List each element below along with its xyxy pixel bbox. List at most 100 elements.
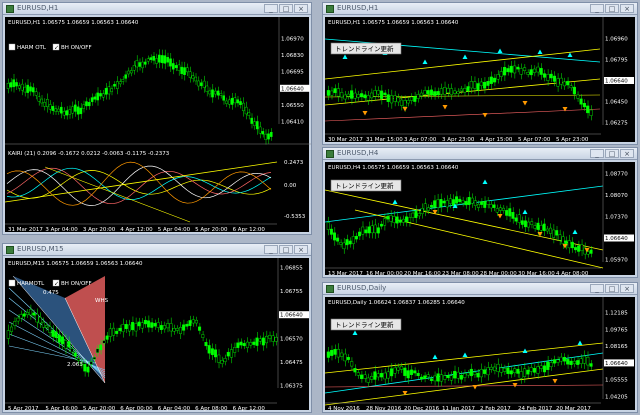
- candle: [436, 373, 440, 382]
- time-tick-label: 4 Apr 08:00: [556, 271, 589, 277]
- candle: [449, 375, 453, 381]
- close-button[interactable]: ×: [620, 4, 634, 13]
- harm-otl-checkbox[interactable]: HARMOTL: [8, 279, 45, 287]
- chart-window-eurusd-h1-right[interactable]: EURUSD,H1 _ □ × EURUSD,H1 1.06575 1.0665…: [322, 2, 638, 145]
- candle: [389, 368, 394, 377]
- window-titlebar[interactable]: EURUSD,H4 _ □ ×: [323, 148, 637, 160]
- price-tick-label: 1.06475: [280, 360, 303, 366]
- chart-area[interactable]: EURUSD,H4 1.06575 1.06659 1.06563 1.0664…: [325, 162, 635, 277]
- main-pane: [6, 49, 273, 145]
- trendline-update-button[interactable]: トレンドライン更新: [330, 179, 402, 192]
- chart-area[interactable]: 0.2473 0.00 -0.5353 EURUSD,H1 1.06575 1.06…: [5, 17, 311, 233]
- window-titlebar[interactable]: EURUSD,Daily _ □ ×: [323, 283, 637, 295]
- bh-onoff-checkbox[interactable]: ✓ BH ON/OFF: [52, 43, 92, 52]
- candle: [358, 231, 362, 237]
- candle: [213, 90, 217, 95]
- up-arrow-icon: [392, 199, 398, 204]
- time-tick-label: 11 Jan 2017: [442, 406, 475, 412]
- chart-window-eurusd-daily[interactable]: EURUSD,Daily _ □ × EURUSD,Daily 1.06624 …: [322, 282, 638, 413]
- candle: [340, 352, 344, 357]
- candle: [459, 88, 463, 92]
- candle: [430, 204, 434, 208]
- candle: [333, 232, 336, 241]
- time-tick-label: 5 Apr 16:00: [45, 406, 78, 412]
- price-tick-label: 1.08770: [605, 172, 628, 178]
- candle: [51, 106, 55, 111]
- maximize-button[interactable]: □: [279, 245, 293, 254]
- candle: [577, 245, 581, 252]
- candle: [343, 353, 347, 362]
- time-tick-label: 20 Mar 16:00: [404, 271, 441, 277]
- window-titlebar[interactable]: EURUSD,H1 _ □ ×: [3, 3, 311, 15]
- down-arrow-icon: [402, 107, 408, 112]
- maximize-button[interactable]: □: [279, 4, 293, 13]
- candle: [439, 88, 443, 95]
- candle: [502, 207, 505, 211]
- close-button[interactable]: ×: [620, 284, 634, 293]
- trendline: [325, 185, 604, 223]
- window-title: EURUSD,M15: [17, 245, 64, 253]
- close-button[interactable]: ×: [620, 149, 634, 158]
- candle: [376, 227, 380, 234]
- price-tick-label: 1.05555: [605, 378, 628, 384]
- candle: [166, 323, 170, 329]
- pattern-ratio-label: 2.063: [67, 362, 83, 368]
- chart-window-eurusd-m15[interactable]: EURUSD,M15 _ □ × EURUSD,M15 1.06575 1.06…: [2, 243, 312, 413]
- candle: [46, 99, 49, 108]
- window-titlebar[interactable]: EURUSD,M15 _ □ ×: [3, 244, 311, 256]
- time-tick-label: 6 Apr 08:00: [195, 406, 228, 412]
- candle: [574, 247, 577, 251]
- candle: [416, 94, 420, 99]
- trendline-update-button[interactable]: トレンドライン更新: [330, 318, 402, 331]
- maximize-button[interactable]: □: [605, 4, 619, 13]
- price-scale: 1.06970 1.06830 1.06695 1.06640 1.06550 1.064…: [278, 17, 310, 126]
- candle: [470, 197, 474, 204]
- close-button[interactable]: ×: [294, 245, 308, 254]
- chart-area[interactable]: EURUSD,M15 1.06575 1.06659 1.06563 1.066…: [5, 258, 309, 412]
- chart-window-eurusd-h1-left[interactable]: EURUSD,H1 _ □ × 0.2473 0.00 -0.5353 EURUSD…: [2, 2, 312, 235]
- minimize-button[interactable]: _: [264, 245, 278, 254]
- candle: [96, 92, 99, 101]
- candle: [79, 107, 83, 115]
- price-tick-label: 1.06570: [280, 336, 303, 342]
- minimize-button[interactable]: _: [264, 4, 278, 13]
- candle: [268, 335, 272, 339]
- candle: [132, 65, 136, 71]
- candle: [542, 365, 547, 373]
- candle: [60, 106, 63, 114]
- price-scale: 1.06855 1.06755 1.06640 1.06570 1.06475 1.063…: [277, 258, 309, 390]
- candle: [446, 87, 450, 93]
- maximize-button[interactable]: □: [605, 284, 619, 293]
- time-tick-label: 30 Mar 16:00: [518, 271, 555, 277]
- trendline-update-button[interactable]: トレンドライン更新: [330, 42, 402, 55]
- candle: [174, 65, 178, 69]
- harm-otl-checkbox[interactable]: HARM OTL: [8, 43, 47, 51]
- candle: [61, 336, 64, 345]
- maximize-button[interactable]: □: [605, 149, 619, 158]
- candles: [325, 179, 604, 269]
- minimize-button[interactable]: _: [590, 284, 604, 293]
- chart-area[interactable]: EURUSD,Daily 1.06624 1.06837 1.06285 1.0…: [325, 297, 635, 412]
- candle: [210, 348, 214, 356]
- minimize-button[interactable]: _: [590, 149, 604, 158]
- candle: [333, 348, 337, 355]
- candle: [523, 220, 527, 228]
- candle: [86, 366, 90, 373]
- candle: [241, 102, 245, 112]
- candle: [506, 367, 510, 374]
- chart-area[interactable]: EURUSD,H1 1.06575 1.06659 1.06563 1.0664…: [325, 17, 635, 143]
- up-arrow-icon: [577, 340, 583, 345]
- candle: [556, 78, 560, 87]
- bh-onoff-checkbox[interactable]: ✓ BH ON/OFF: [52, 279, 92, 288]
- candle: [443, 375, 447, 380]
- candle: [469, 81, 473, 89]
- chart-window-eurusd-h4[interactable]: EURUSD,H4 _ □ × EURUSD,H4 1.06575 1.0665…: [322, 147, 638, 278]
- candle: [326, 90, 330, 96]
- candle: [267, 133, 270, 140]
- close-button[interactable]: ×: [294, 4, 308, 13]
- candle: [545, 228, 549, 232]
- minimize-button[interactable]: _: [590, 4, 604, 13]
- window-titlebar[interactable]: EURUSD,H1 _ □ ×: [323, 3, 637, 15]
- time-tick-label: 31 Mar 15:00: [366, 137, 403, 143]
- down-arrow-icon: [497, 214, 503, 219]
